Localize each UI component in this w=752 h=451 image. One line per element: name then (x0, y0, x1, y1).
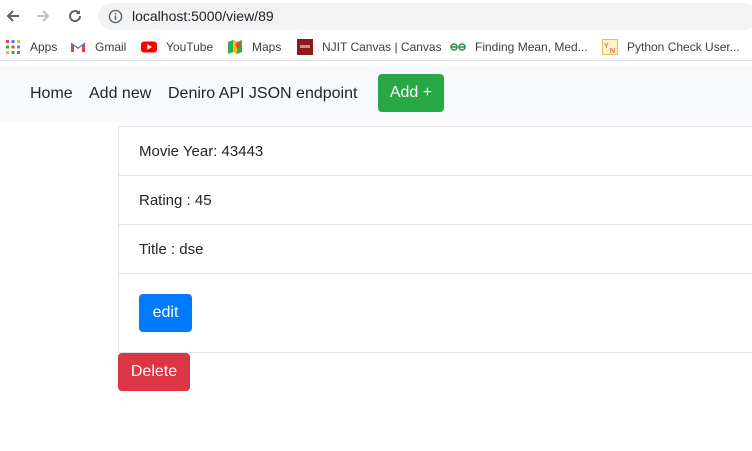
list-item-rating: Rating : 45 (119, 176, 752, 225)
list-item-title: Title : dse (119, 225, 752, 274)
nav-home[interactable]: Home (30, 84, 73, 104)
delete-button[interactable]: Delete (118, 353, 190, 391)
movie-year-text: Movie Year: 43443 (139, 143, 264, 160)
address-bar[interactable]: localhost:5000/view/89 (98, 3, 752, 30)
nav-api-endpoint[interactable]: Deniro API JSON endpoint (168, 84, 357, 104)
njit-icon (297, 39, 313, 55)
bookmark-label: Apps (30, 40, 58, 54)
bookmark-finding-mean[interactable]: Finding Mean, Med... (450, 38, 588, 56)
bookmarks-bar: Apps Gmail YouTube Maps NJIT Canvas | Ca… (0, 33, 752, 60)
add-button[interactable]: Add + (378, 74, 444, 112)
bookmark-label: Gmail (95, 40, 127, 54)
address-url[interactable]: localhost:5000/view/89 (132, 8, 274, 24)
apps-grid-icon (5, 39, 21, 55)
bookmark-label: NJIT Canvas | Canvas (322, 40, 442, 54)
svg-text:Y: Y (604, 43, 609, 50)
forward-arrow-icon (37, 10, 50, 22)
record-list: Movie Year: 43443 Rating : 45 Title : ds… (118, 126, 752, 353)
svg-text:N: N (610, 48, 615, 55)
geeks-icon (450, 39, 466, 55)
reload-button[interactable] (63, 4, 87, 28)
youtube-icon (141, 39, 157, 55)
maps-icon (227, 39, 243, 55)
bookmark-label: Python Check User... (627, 40, 740, 54)
app-navbar: Home Add new Deniro API JSON endpoint (0, 66, 752, 122)
info-icon[interactable] (108, 9, 123, 24)
bookmark-maps[interactable]: Maps (227, 38, 281, 56)
back-arrow-icon (6, 10, 19, 22)
bookmark-njit-canvas[interactable]: NJIT Canvas | Canvas (297, 38, 442, 56)
bookmark-label: YouTube (166, 40, 214, 54)
list-item-year: Movie Year: 43443 (119, 127, 752, 176)
forward-button[interactable] (31, 4, 55, 28)
browser-toolbar: localhost:5000/view/89 (0, 0, 752, 33)
bookmark-label: Finding Mean, Med... (475, 40, 588, 54)
title-text: Title : dse (139, 241, 204, 258)
edit-button[interactable]: edit (139, 294, 192, 332)
rating-text: Rating : 45 (139, 192, 212, 209)
bookmark-python-check[interactable]: Y N Python Check User... (602, 38, 740, 56)
back-button[interactable] (1, 4, 25, 28)
chrome-divider (0, 60, 752, 61)
nav-add-new[interactable]: Add new (89, 84, 151, 104)
bookmark-youtube[interactable]: YouTube (141, 38, 213, 56)
bookmark-gmail[interactable]: Gmail (70, 38, 126, 56)
bookmark-apps[interactable]: Apps (5, 38, 57, 56)
reload-icon (69, 10, 82, 23)
gmail-icon (70, 39, 86, 55)
yn-icon: Y N (602, 39, 618, 55)
bookmark-label: Maps (252, 40, 282, 54)
